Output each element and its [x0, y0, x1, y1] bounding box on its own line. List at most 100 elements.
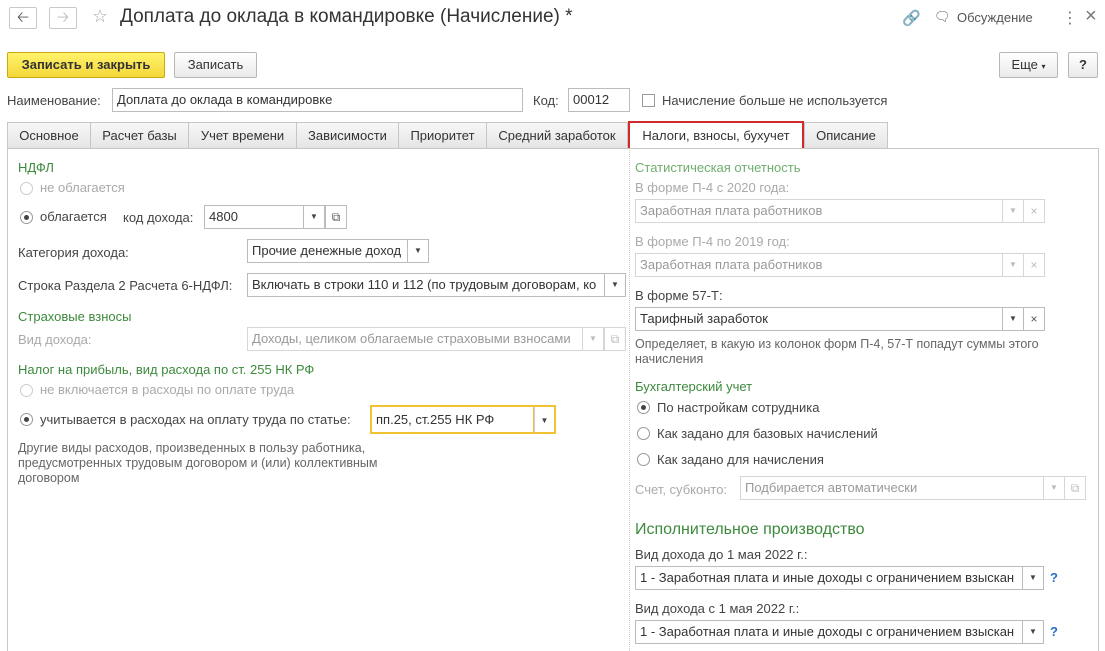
code-input[interactable]: 00012 [568, 88, 630, 112]
article-dropdown[interactable]: ▼ [534, 405, 556, 434]
star-icon[interactable]: ☆ [92, 6, 108, 27]
p4-2019-clear-button[interactable]: × [1023, 253, 1045, 277]
income-category-select[interactable]: Прочие денежные доход [247, 239, 408, 263]
profit-tax-section-title: Налог на прибыль, вид расхода по ст. 255… [18, 362, 315, 377]
p4-2020-clear-button[interactable]: × [1023, 199, 1045, 223]
after-label: Вид дохода с 1 мая 2022 г.: [635, 601, 800, 616]
account-open-button[interactable]: ⧉ [1064, 476, 1086, 500]
open-icon: ⧉ [1070, 481, 1080, 495]
close-icon[interactable]: × [1085, 5, 1097, 28]
tab-average-earnings[interactable]: Средний заработок [486, 122, 628, 149]
after-dropdown[interactable]: ▼ [1022, 620, 1044, 644]
link-icon[interactable]: 🔗 [902, 9, 921, 27]
before-dropdown[interactable]: ▼ [1022, 566, 1044, 590]
not-used-label: Начисление больше не используется [662, 93, 888, 108]
p4-2019-label: В форме П-4 по 2019 год: [635, 234, 790, 249]
income-code-input[interactable]: 4800 [204, 205, 304, 229]
income-code-open-button[interactable]: ⧉ [325, 205, 347, 229]
included-radio[interactable] [20, 413, 33, 426]
account-dropdown[interactable]: ▼ [1043, 476, 1065, 500]
discussion-link[interactable]: Обсуждение [957, 10, 1033, 25]
taxed-radio[interactable] [20, 211, 33, 224]
acc-opt1-label: По настройкам сотрудника [657, 400, 820, 415]
income-type-label: Вид дохода: [18, 332, 92, 347]
before-label: Вид дохода до 1 мая 2022 г.: [635, 547, 808, 562]
p4-2019-dropdown[interactable]: ▼ [1002, 253, 1024, 277]
before-help-icon[interactable]: ? [1050, 570, 1058, 585]
after-select[interactable]: 1 - Заработная плата и иные доходы с огр… [635, 620, 1023, 644]
chevron-down-icon: ▼ [1009, 260, 1017, 269]
article-note: Другие виды расходов, произведенных в по… [18, 441, 378, 485]
acc-opt3-radio[interactable] [637, 453, 650, 466]
line-6ndfl-dropdown[interactable]: ▼ [604, 273, 626, 297]
tab-description[interactable]: Описание [804, 122, 888, 149]
accounting-section-title: Бухгалтерский учет [635, 379, 753, 394]
chevron-down-icon: ▼ [414, 246, 422, 255]
tab-time-accounting[interactable]: Учет времени [188, 122, 297, 149]
taxed-label: облагается [40, 209, 107, 224]
chevron-down-icon: ▼ [589, 334, 597, 343]
line-6ndfl-select[interactable]: Включать в строки 110 и 112 (по трудовым… [247, 273, 605, 297]
more-menu-icon[interactable]: ⋮ [1062, 8, 1078, 28]
clear-icon: × [1030, 312, 1038, 326]
income-type-select[interactable]: Доходы, целиком облагаемые страховыми вз… [247, 327, 583, 351]
not-included-label: не включается в расходы по оплате труда [40, 382, 295, 397]
more-button[interactable]: Еще ▾ [999, 52, 1058, 78]
f57-clear-button[interactable]: × [1023, 307, 1045, 331]
clear-icon: × [1030, 258, 1038, 272]
help-button[interactable]: ? [1068, 52, 1098, 78]
income-category-dropdown[interactable]: ▼ [407, 239, 429, 263]
tab-taxes[interactable]: Налоги, взносы, бухучет [628, 121, 804, 149]
acc-opt2-radio[interactable] [637, 427, 650, 440]
f57-select[interactable]: Тарифный заработок [635, 307, 1003, 331]
before-select[interactable]: 1 - Заработная плата и иные доходы с огр… [635, 566, 1023, 590]
not-taxed-label: не облагается [40, 180, 125, 195]
not-taxed-radio[interactable] [20, 182, 33, 195]
chevron-down-icon: ▼ [1029, 573, 1037, 582]
save-and-close-button[interactable]: Записать и закрыть [7, 52, 165, 78]
chevron-down-icon: ▼ [1050, 483, 1058, 492]
income-type-open-button[interactable]: ⧉ [604, 327, 626, 351]
stat-note: Определяет, в какую из колонок форм П-4,… [635, 337, 1039, 366]
p4-2020-select[interactable]: Заработная плата работников [635, 199, 1003, 223]
acc-opt1-radio[interactable] [637, 401, 650, 414]
not-used-checkbox[interactable] [642, 94, 655, 107]
not-included-radio[interactable] [20, 384, 33, 397]
name-input[interactable]: Доплата до оклада в командировке [112, 88, 523, 112]
save-button[interactable]: Записать [174, 52, 257, 78]
tab-main[interactable]: Основное [7, 122, 91, 149]
page-title: Доплата до оклада в командировке (Начисл… [120, 6, 573, 27]
f57-dropdown[interactable]: ▼ [1002, 307, 1024, 331]
tab-priority[interactable]: Приоритет [398, 122, 487, 149]
column-divider [629, 150, 631, 651]
income-category-label: Категория дохода: [18, 245, 129, 260]
open-icon: ⧉ [331, 210, 341, 224]
income-code-label: код дохода: [123, 210, 194, 225]
after-help-icon[interactable]: ? [1050, 624, 1058, 639]
income-type-dropdown[interactable]: ▼ [582, 327, 604, 351]
f57-label: В форме 57-Т: [635, 288, 723, 303]
code-label: Код: [533, 93, 559, 108]
chevron-down-icon: ▼ [1029, 627, 1037, 636]
tab-dependencies[interactable]: Зависимости [296, 122, 399, 149]
acc-opt3-label: Как задано для начисления [657, 452, 824, 467]
p4-2020-dropdown[interactable]: ▼ [1002, 199, 1024, 223]
chevron-down-icon: ▼ [1009, 206, 1017, 215]
p4-2019-select[interactable]: Заработная плата работников [635, 253, 1003, 277]
included-label: учитывается в расходах на оплату труда п… [40, 412, 351, 427]
account-select[interactable]: Подбирается автоматически [740, 476, 1044, 500]
back-arrow-icon[interactable]: 🡠 [9, 7, 37, 29]
acc-opt2-label: Как задано для базовых начислений [657, 426, 878, 441]
chevron-down-icon: ▾ [1041, 62, 1046, 71]
tab-base-calculation[interactable]: Расчет базы [90, 122, 189, 149]
insurance-section-title: Страховые взносы [18, 309, 132, 324]
line-6ndfl-label: Строка Раздела 2 Расчета 6-НДФЛ: [18, 278, 233, 293]
chevron-down-icon: ▼ [310, 212, 318, 221]
income-code-dropdown[interactable]: ▼ [303, 205, 325, 229]
forward-arrow-icon[interactable]: 🡢 [49, 7, 77, 29]
open-icon: ⧉ [610, 332, 620, 346]
chevron-down-icon: ▼ [540, 416, 549, 425]
article-select[interactable]: пп.25, ст.255 НК РФ [370, 405, 535, 434]
chat-icon[interactable]: 🗨 [934, 9, 951, 25]
account-label: Счет, субконто: [635, 482, 728, 497]
